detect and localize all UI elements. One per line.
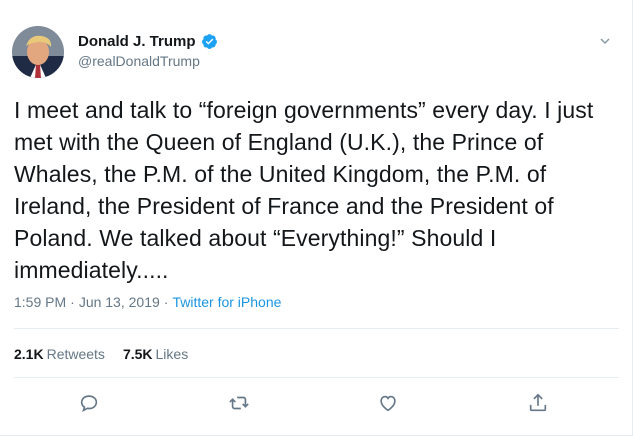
avatar-image [12,26,64,78]
avatar[interactable] [12,26,64,78]
tweet-card: Donald J. Trump @realDonaldTrump I meet … [0,0,633,436]
verified-badge-icon [201,33,218,50]
tweet-text: I meet and talk to “foreign governments”… [14,97,594,283]
action-bar [0,392,633,418]
retweet-icon[interactable] [228,392,250,414]
reply-icon[interactable] [78,392,100,414]
retweets-label: Retweets [46,346,105,362]
display-name[interactable]: Donald J. Trump [78,33,196,50]
name-row: Donald J. Trump [78,33,218,50]
meta-separator: · [70,294,75,310]
divider [14,377,619,378]
likes-stat[interactable]: 7.5K Likes [123,346,188,362]
meta-separator: · [163,294,169,310]
tweet-stats: 2.1K Retweets 7.5K Likes [14,346,188,362]
retweets-stat[interactable]: 2.1K Retweets [14,346,105,362]
divider [14,328,619,329]
share-icon[interactable] [527,392,549,414]
tweet-meta: 1:59 PM · Jun 13, 2019 · Twitter for iPh… [14,294,281,310]
retweets-count: 2.1K [14,346,44,362]
likes-label: Likes [155,346,189,362]
tweet-time[interactable]: 1:59 PM [14,294,66,310]
like-icon[interactable] [377,392,399,414]
tweet-date[interactable]: Jun 13, 2019 [79,294,160,310]
user-handle[interactable]: @realDonaldTrump [78,53,200,69]
tweet-source[interactable]: Twitter for iPhone [172,294,281,310]
likes-count: 7.5K [122,346,153,362]
chevron-down-icon[interactable] [598,34,612,48]
